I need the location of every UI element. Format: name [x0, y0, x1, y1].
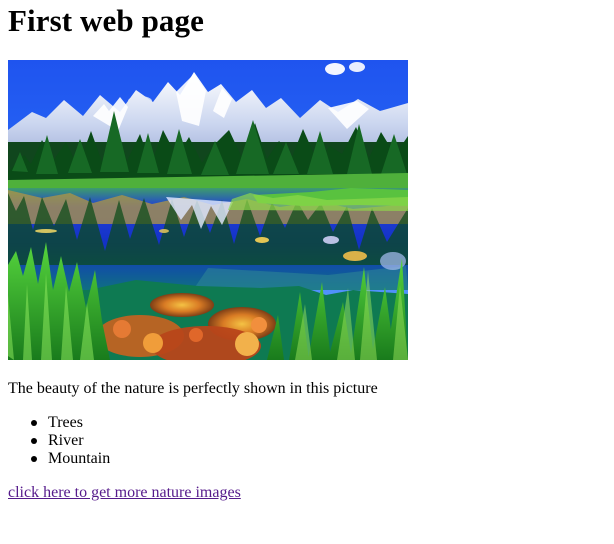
- image-caption: The beauty of the nature is perfectly sh…: [8, 380, 378, 397]
- list-item: Trees: [8, 414, 110, 432]
- list-item-label: River: [48, 432, 84, 449]
- list-item-label: Mountain: [48, 450, 111, 467]
- page-title: First web page: [8, 3, 204, 38]
- bullet-icon: [31, 438, 37, 444]
- list-item: River: [8, 432, 110, 450]
- list-item: Mountain: [8, 450, 110, 468]
- nature-image: [8, 60, 408, 360]
- bullet-icon: [31, 420, 37, 426]
- bullet-icon: [31, 456, 37, 462]
- more-nature-images-link[interactable]: click here to get more nature images: [8, 484, 241, 502]
- list-item-label: Trees: [48, 414, 83, 431]
- nature-feature-list: Trees River Mountain: [8, 414, 110, 468]
